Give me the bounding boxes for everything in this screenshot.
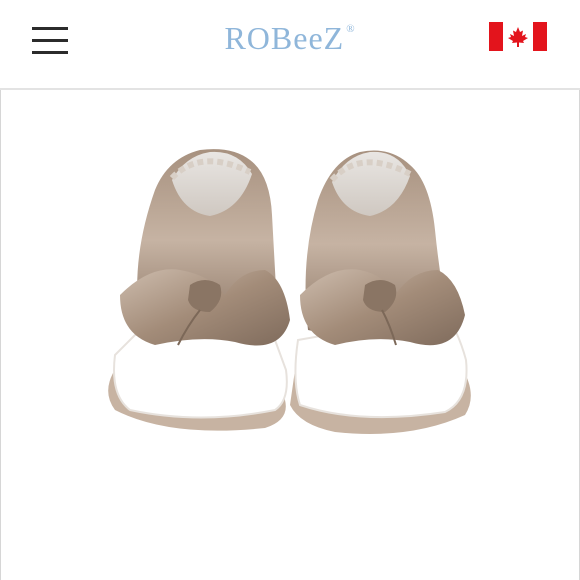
logo-text: ROBeeZ	[224, 20, 345, 56]
registered-mark: ®	[346, 23, 356, 35]
right-shoe	[290, 150, 471, 434]
left-shoe	[108, 149, 290, 431]
canada-flag-icon[interactable]	[489, 22, 547, 51]
product-image[interactable]	[60, 120, 520, 520]
site-header: ROBeeZ ®	[0, 0, 580, 90]
